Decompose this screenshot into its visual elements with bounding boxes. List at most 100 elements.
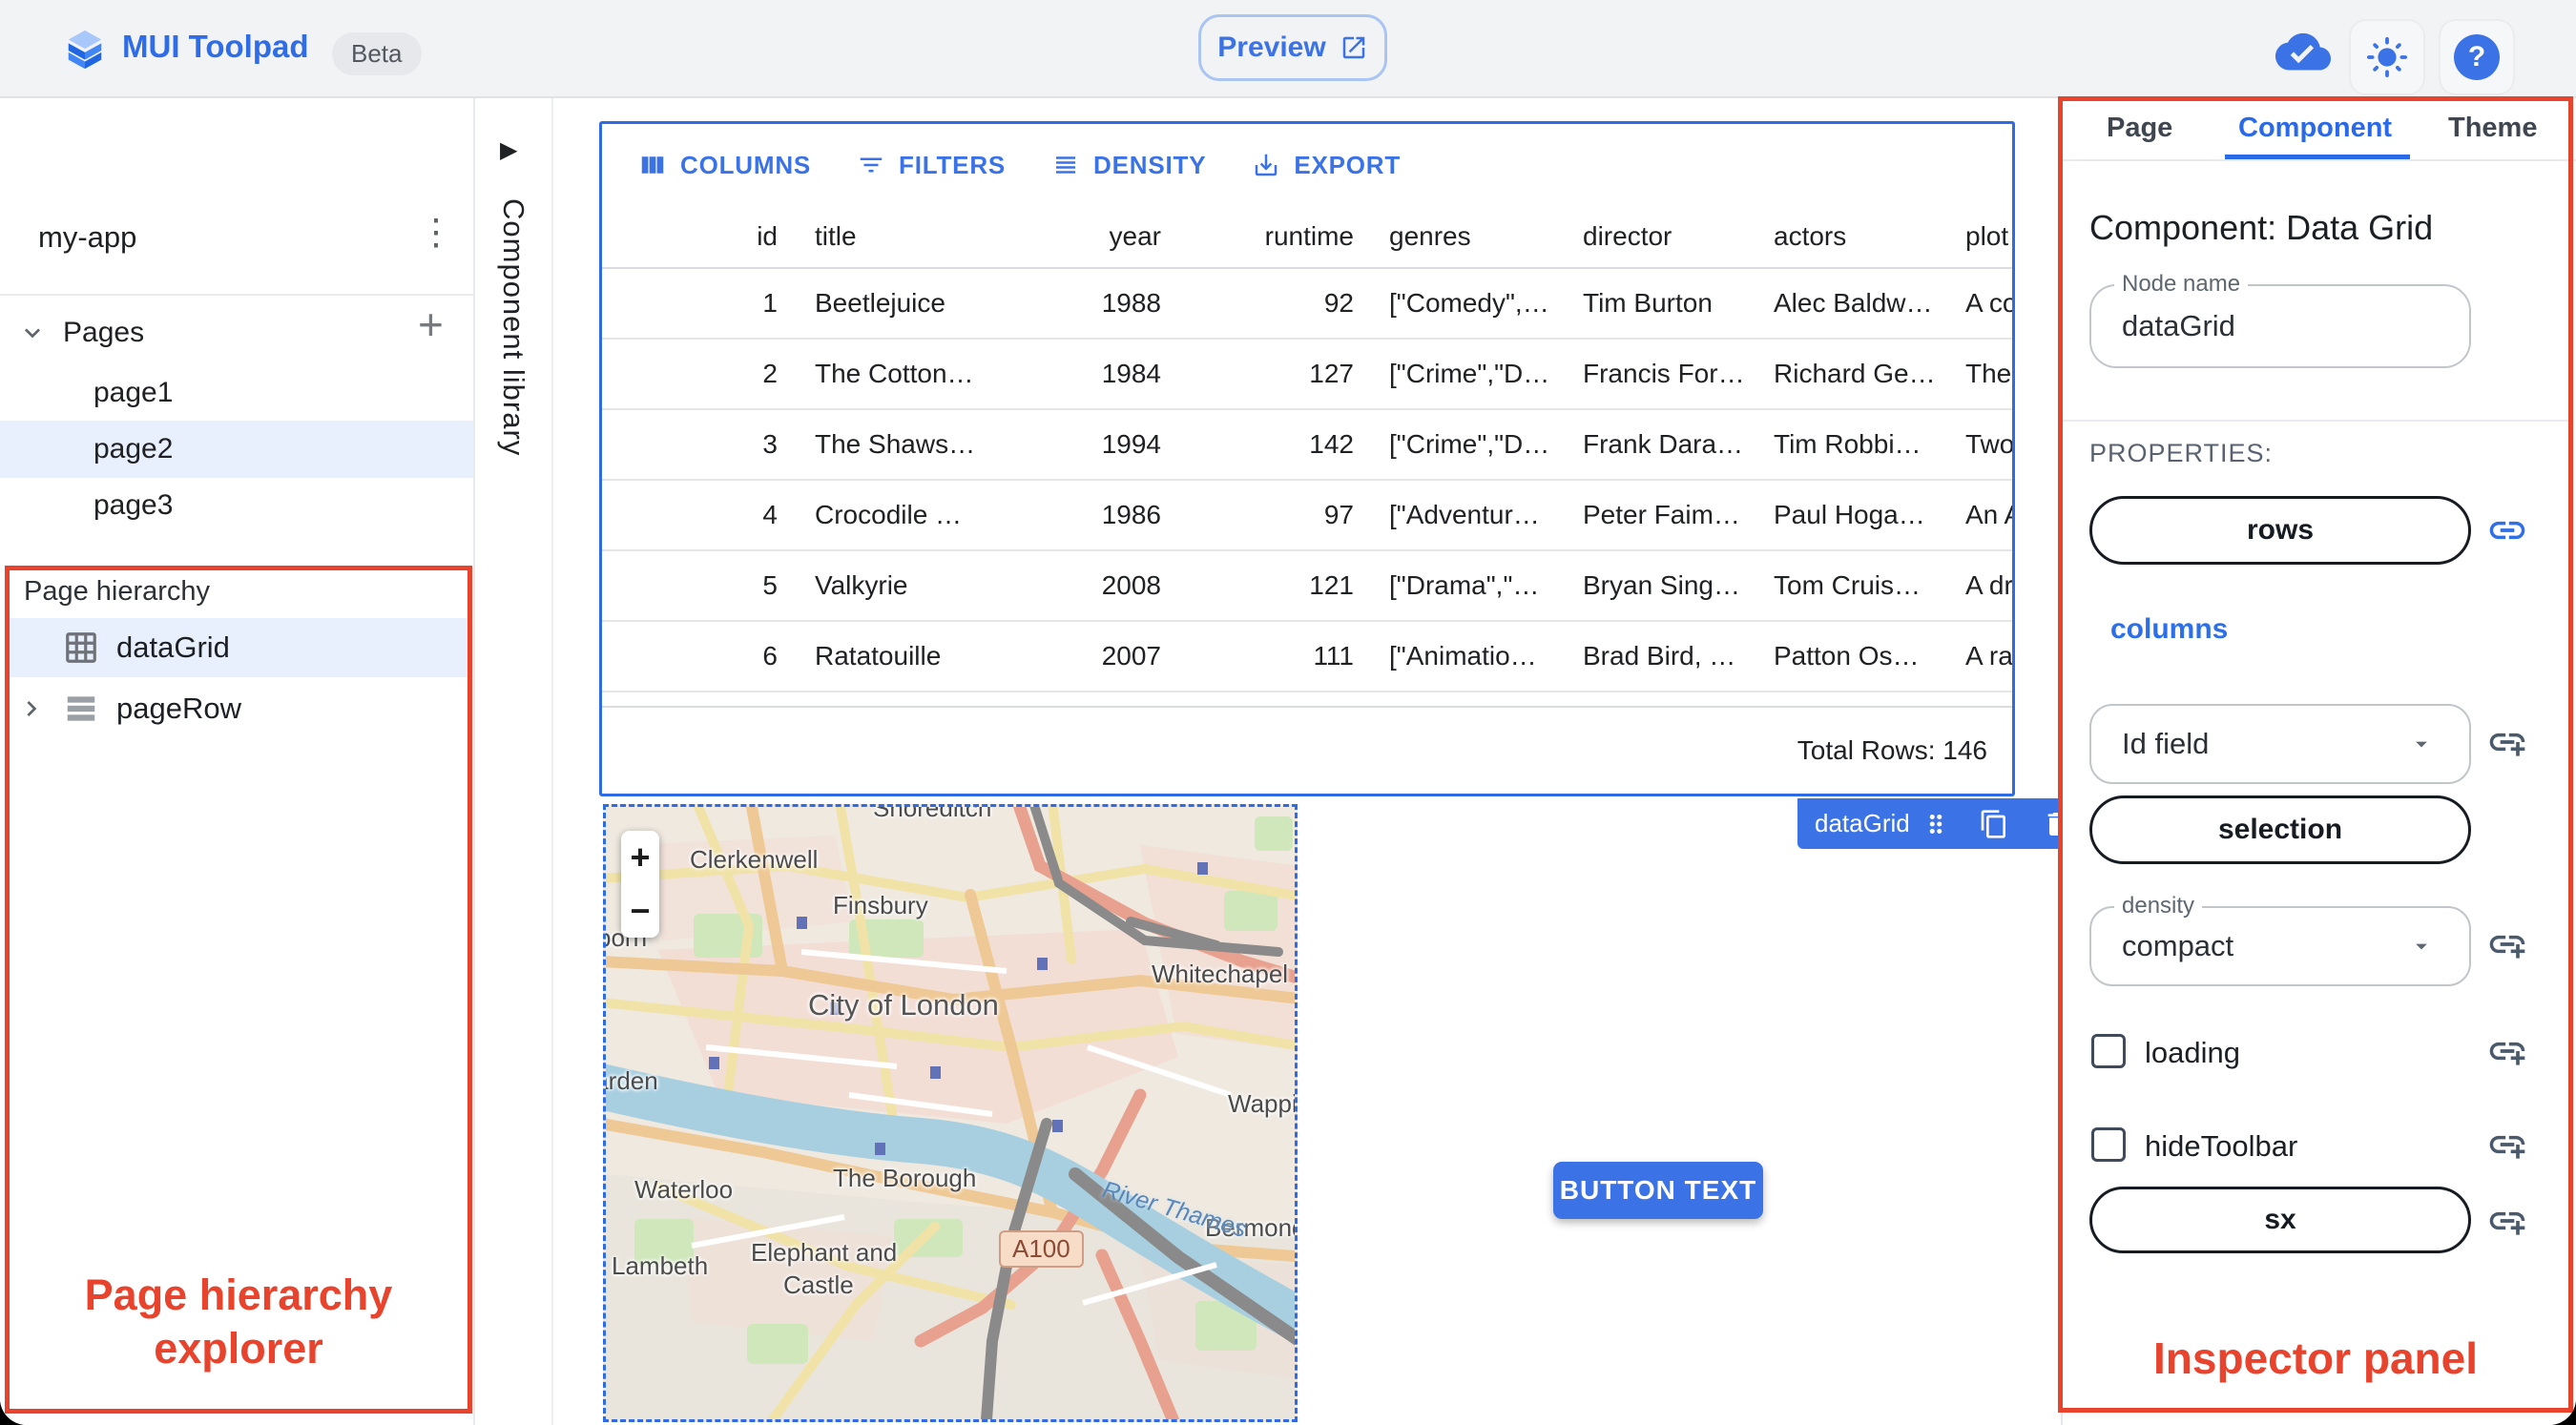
map-place-label: Shoreditch	[873, 804, 992, 822]
column-header[interactable]: plot	[1938, 221, 2012, 252]
grid-cell: Tom Cruis…	[1774, 570, 1922, 600]
chevron-right-icon	[27, 701, 37, 716]
grid-cell: Valkyrie	[815, 570, 908, 600]
sx-property-button[interactable]: sx	[2089, 1187, 2471, 1253]
tab-page[interactable]: Page	[2107, 113, 2172, 144]
selection-property-button[interactable]: selection	[2089, 795, 2471, 864]
column-header[interactable]: director	[1556, 221, 1747, 252]
bind-loading-link-icon[interactable]	[2486, 1030, 2528, 1072]
grid-cell: 4	[762, 500, 778, 529]
filters-button[interactable]: FILTERS	[838, 135, 1025, 195]
preview-button[interactable]: Preview	[1198, 14, 1387, 81]
table-row[interactable]: 5 Valkyrie 2008 121 ["Drama","… Bryan Si…	[602, 551, 2012, 622]
project-name: my-app	[38, 220, 137, 254]
sidebar-item-page2[interactable]: page2	[0, 421, 473, 478]
expand-panel-icon[interactable]: ▶	[500, 136, 517, 164]
column-header[interactable]: year	[984, 221, 1174, 252]
bind-rows-link-icon[interactable]	[2486, 509, 2528, 551]
grid-cell: Francis For…	[1583, 359, 1745, 388]
dropdown-arrow-icon	[2416, 741, 2427, 748]
table-row[interactable]: 2 The Cotton… 1984 127 ["Crime","D… Fran…	[602, 340, 2012, 410]
datagrid-footer: Total Rows: 146	[602, 708, 2012, 794]
grid-cell: 1988	[1101, 288, 1161, 318]
component-library-panel[interactable]: ▶ Component library	[475, 98, 553, 1425]
selection-chip[interactable]: dataGrid	[1797, 798, 2086, 849]
hierarchy-item-datagrid[interactable]: dataGrid	[7, 618, 470, 677]
grid-cell: ["Animatio…	[1389, 641, 1537, 671]
density-button[interactable]: DENSITY	[1032, 135, 1225, 195]
page-hierarchy-title: Page hierarchy	[24, 576, 211, 607]
tab-component[interactable]: Component	[2238, 113, 2392, 144]
total-rows-label: Total Rows: 146	[1797, 735, 1987, 765]
cloud-done-icon[interactable]	[2275, 29, 2331, 72]
column-header[interactable]: id	[602, 221, 793, 252]
map-place-label: Whitechapel	[1152, 960, 1289, 988]
grid-cell: 2008	[1101, 570, 1161, 600]
sidebar-item-page1[interactable]: page1	[0, 365, 473, 421]
hierarchy-item-pagerow[interactable]: pageRow	[7, 679, 470, 738]
add-page-button[interactable]: +	[418, 302, 444, 346]
grid-cell: 1986	[1101, 500, 1161, 529]
sidebar-item-page3[interactable]: page3	[0, 478, 473, 533]
table-row[interactable]: 4 Crocodile … 1986 97 ["Adventur… Peter …	[602, 481, 2012, 551]
grid-cell: 6	[762, 641, 778, 671]
more-options-icon[interactable]: ⋮	[418, 215, 454, 251]
map-place-label: City of London	[808, 988, 999, 1022]
grid-cell: ["Crime","D…	[1389, 429, 1550, 459]
grid-cell: Crocodile …	[815, 500, 963, 529]
map-zoom-out-button[interactable]: −	[621, 884, 659, 938]
app-title: MUI Toolpad	[122, 29, 309, 64]
table-row[interactable]: 1 Beetlejuice 1988 92 ["Comedy",… Tim Bu…	[602, 269, 2012, 340]
export-icon	[1256, 154, 1278, 176]
button-component[interactable]: BUTTON TEXT	[1553, 1162, 1763, 1219]
map-place-label: Wapping	[1228, 1089, 1298, 1118]
grid-cell: Peter Faim…	[1583, 500, 1740, 529]
preview-button-label: Preview	[1217, 31, 1326, 63]
datagrid-header-row: id title year runtime genres director ac…	[602, 206, 2012, 269]
grid-cell: 5	[762, 570, 778, 600]
map-place-label: Elephant and	[751, 1238, 898, 1267]
map-place-label: Waterloo	[634, 1175, 734, 1204]
tab-theme[interactable]: Theme	[2448, 113, 2537, 144]
id-field-value: Id field	[2122, 727, 2210, 760]
page-row-icon	[67, 696, 95, 721]
column-header[interactable]: runtime	[1174, 221, 1365, 252]
light-mode-icon	[2366, 36, 2408, 78]
hidetoolbar-checkbox[interactable]	[2091, 1127, 2126, 1162]
grid-cell: 1984	[1101, 359, 1161, 388]
inspector-divider	[2063, 420, 2572, 422]
grid-cell: Paul Hoga…	[1774, 500, 1925, 529]
page-item-label: page3	[93, 489, 174, 521]
loading-checkbox[interactable]	[2091, 1034, 2126, 1068]
columns-button[interactable]: COLUMNS	[619, 135, 830, 195]
bind-density-link-icon[interactable]	[2486, 923, 2528, 965]
table-row[interactable]: 3 The Shaws… 1994 142 ["Crime","D… Frank…	[602, 410, 2012, 481]
theme-toggle-button[interactable]	[2349, 19, 2425, 95]
rows-property-button[interactable]: rows	[2089, 496, 2471, 565]
grid-cell: 142	[1309, 429, 1354, 459]
grid-cell: Frank Dara…	[1583, 429, 1744, 459]
drag-handle-icon[interactable]	[1922, 810, 1950, 838]
grid-cell: Tim Robbi…	[1774, 429, 1922, 459]
grid-cell: A dr	[1965, 570, 2012, 600]
datagrid-component[interactable]: COLUMNS FILTERS DENSITY EXPORT id title	[599, 121, 2015, 796]
table-row[interactable]: 6 Ratatouille 2007 111 ["Animatio… Brad …	[602, 622, 2012, 692]
question-mark-icon: ?	[2454, 34, 2500, 80]
duplicate-icon[interactable]	[1979, 809, 2009, 839]
pages-tree-root[interactable]: Pages	[0, 306, 473, 360]
id-field-select[interactable]: Id field	[2089, 704, 2471, 784]
bind-idfield-link-icon[interactable]	[2486, 721, 2528, 763]
grid-cell: 92	[1323, 288, 1354, 318]
grid-cell: 1	[762, 288, 778, 318]
column-header[interactable]: actors	[1747, 221, 1938, 252]
bind-hidetoolbar-link-icon[interactable]	[2486, 1124, 2528, 1166]
grid-cell: 2	[762, 359, 778, 388]
map-zoom-in-button[interactable]: +	[621, 831, 659, 884]
help-button[interactable]: ?	[2439, 19, 2515, 95]
map-component[interactable]: Shoreditch Clerkenwell Finsbury Whitecha…	[603, 804, 1298, 1422]
column-header[interactable]: title	[793, 221, 984, 252]
export-button[interactable]: EXPORT	[1233, 135, 1420, 195]
columns-property-link[interactable]: columns	[2110, 613, 2228, 646]
bind-sx-link-icon[interactable]	[2486, 1200, 2528, 1242]
column-header[interactable]: genres	[1365, 221, 1556, 252]
